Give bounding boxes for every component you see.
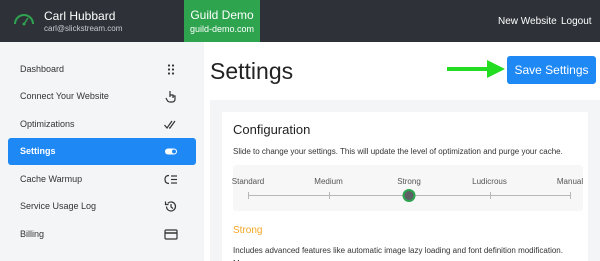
- double-check-icon: [164, 120, 176, 129]
- slider-level-label[interactable]: Standard: [232, 177, 264, 186]
- credit-card-icon: [164, 229, 178, 240]
- sidebar-item-label: Connect Your Website: [20, 91, 109, 101]
- configuration-description: Slide to change your settings. This will…: [233, 147, 563, 156]
- site-domain: guild-demo.com: [189, 24, 255, 34]
- sidebar-item-label: Optimizations: [20, 119, 75, 129]
- sidebar-item-label: Settings: [20, 146, 56, 156]
- slider-level-label[interactable]: Medium: [314, 177, 342, 186]
- sidebar-item-label: Billing: [20, 229, 45, 239]
- selected-level-description: Includes advanced features like automati…: [233, 246, 563, 261]
- sidebar-item-label: Cache Warmup: [20, 174, 83, 184]
- sidebar-item-service-usage-log[interactable]: Service Usage Log: [8, 193, 196, 220]
- sidebar-item-optimizations[interactable]: Optimizations: [8, 111, 196, 138]
- slider-thumb[interactable]: [402, 189, 416, 202]
- gauge-logo-icon: [14, 14, 34, 26]
- user-name: Carl Hubbard: [44, 9, 116, 23]
- site-title: Guild Demo: [190, 8, 254, 22]
- grid-dots-icon: [167, 64, 175, 75]
- sidebar-item-settings[interactable]: Settings: [8, 138, 196, 165]
- sidebar-item-billing[interactable]: Billing: [8, 221, 196, 248]
- logout-link[interactable]: Logout: [561, 16, 592, 27]
- sidebar: Dashboard Connect Your Website Optimizat…: [0, 42, 204, 261]
- sidebar-item-dashboard[interactable]: Dashboard: [8, 56, 196, 83]
- sidebar-item-cache-warmup[interactable]: Cache Warmup: [8, 166, 196, 193]
- optimization-level-slider[interactable]: Standard Medium Strong Ludicrous Manual: [232, 165, 583, 211]
- slider-tick: [328, 192, 330, 199]
- slider-tick: [570, 192, 571, 199]
- slider-level-label[interactable]: Strong: [397, 177, 421, 186]
- sidebar-item-connect-website[interactable]: Connect Your Website: [8, 83, 196, 110]
- history-icon: [164, 201, 177, 212]
- save-settings-button[interactable]: Save Settings: [507, 56, 596, 84]
- arrow-right-icon: [447, 60, 505, 78]
- top-bar: Carl Hubbard carl@slickstream.com Guild …: [0, 0, 600, 42]
- page-title: Settings: [210, 58, 294, 84]
- toggle-icon: [165, 148, 177, 155]
- slider-level-label[interactable]: Ludicrous: [472, 177, 507, 186]
- slider-tick: [248, 192, 249, 199]
- site-selector[interactable]: Guild Demo guild-demo.com: [184, 0, 260, 42]
- pointer-hand-icon: [165, 91, 176, 103]
- selected-level-name: Strong: [233, 225, 263, 236]
- settings-panel: Configuration Slide to change your setti…: [210, 100, 600, 261]
- sidebar-item-label: Dashboard: [20, 64, 65, 74]
- configuration-title: Configuration: [233, 122, 311, 137]
- sidebar-item-label: Service Usage Log: [20, 201, 97, 211]
- user-email: carl@slickstream.com: [44, 24, 123, 33]
- slider-level-label[interactable]: Manual: [557, 177, 583, 186]
- cache-list-icon: [164, 174, 177, 185]
- configuration-card: Configuration Slide to change your setti…: [222, 112, 588, 261]
- slider-tick: [489, 192, 491, 199]
- new-website-link[interactable]: New Website: [498, 16, 557, 27]
